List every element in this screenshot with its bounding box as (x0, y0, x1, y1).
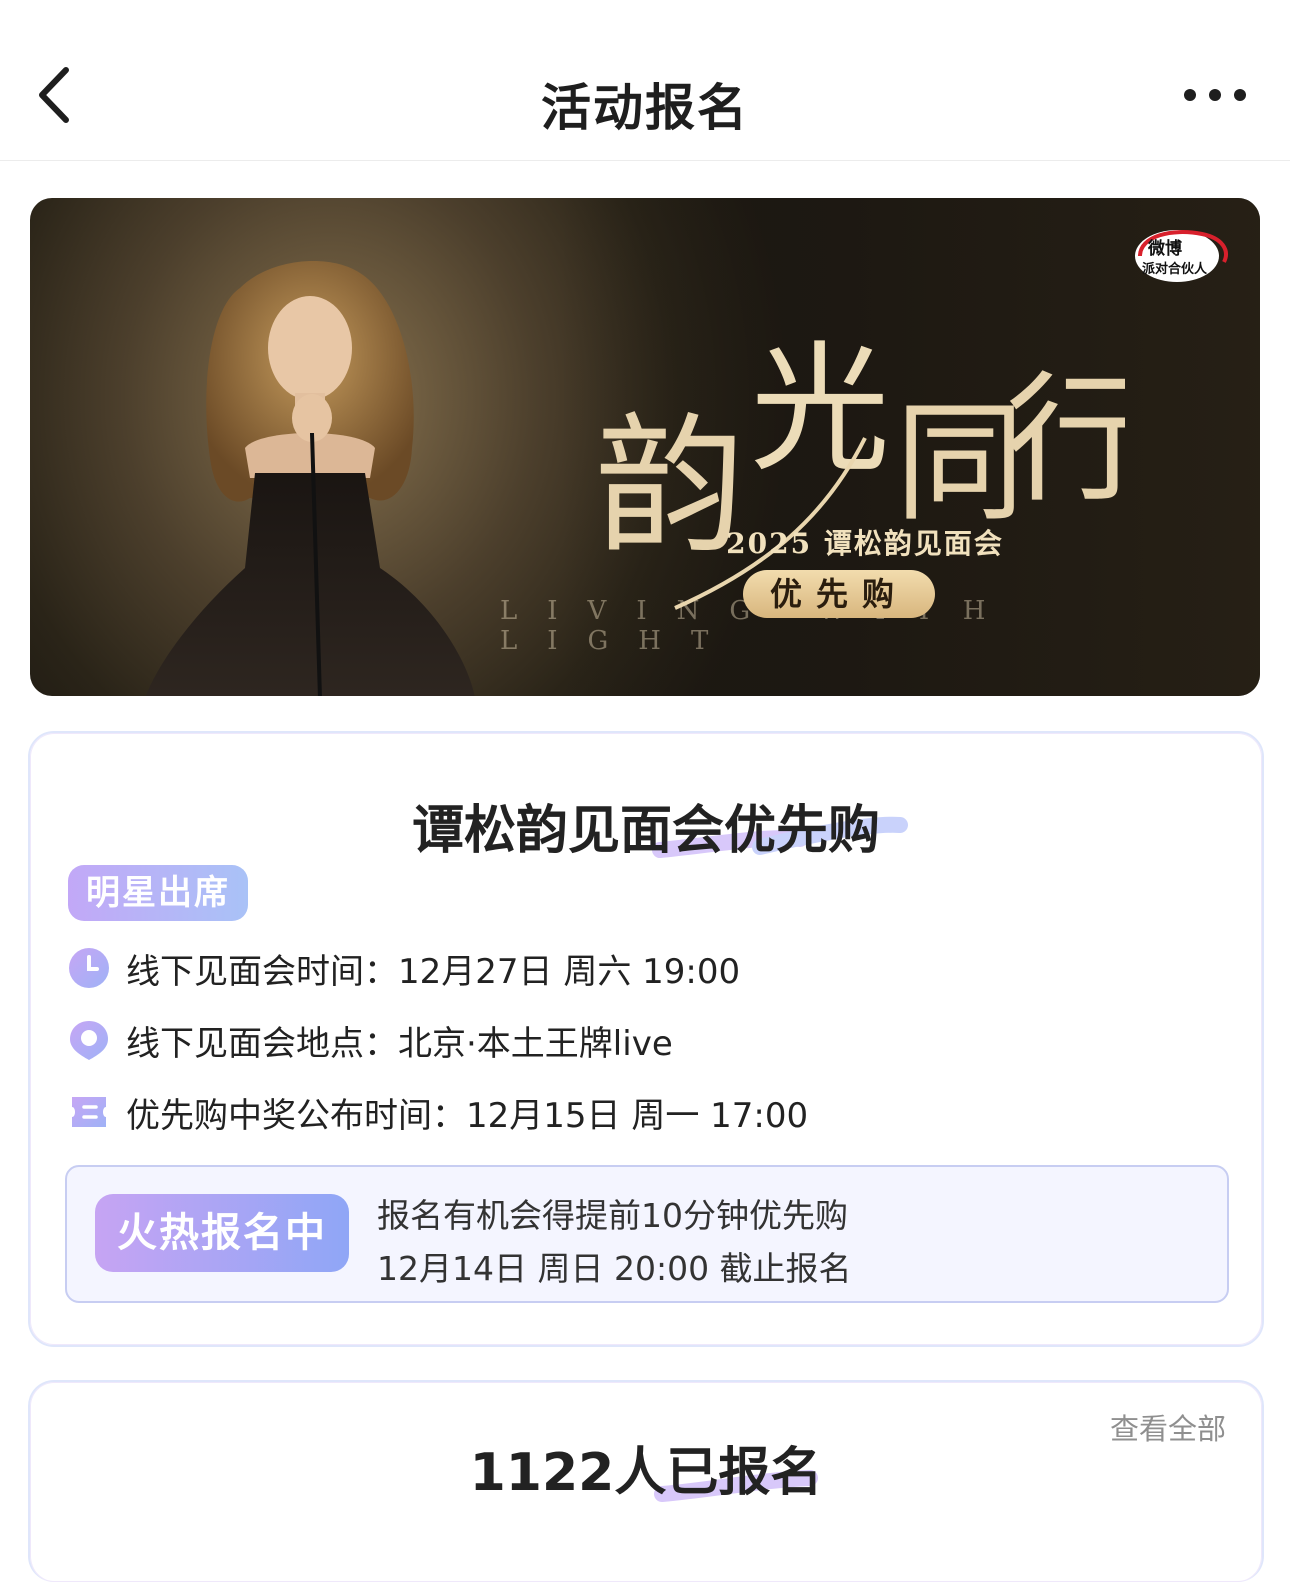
event-time-row: 线下见面会时间：12月27日 周六 19:00 (68, 943, 740, 993)
celebrity-attendance-badge: 明星出席 (68, 865, 248, 921)
weibo-party-logo: 微博 派对合伙人 (1135, 230, 1228, 282)
result-announce-row: 优先购中奖公布时间：12月15日 周一 17:00 (68, 1087, 808, 1137)
event-location-text: 线下见面会地点：北京·本土王牌live (126, 1023, 673, 1064)
more-options-icon[interactable] (1180, 80, 1250, 110)
result-announce-text: 优先购中奖公布时间：12月15日 周一 17:00 (126, 1095, 809, 1136)
event-title: 谭松韵见面会优先购 (411, 801, 880, 861)
banner-title-char-2: 光 (750, 329, 890, 492)
banner-subtitle: 2025 谭松韵见面会 (726, 527, 1004, 560)
signup-benefit-text: 报名有机会得提前10分钟优先购 (377, 1196, 848, 1235)
banner-title-char-4: 行 (1005, 359, 1125, 522)
svg-text:派对合伙人: 派对合伙人 (1142, 261, 1208, 277)
ticket-icon (72, 1097, 106, 1127)
event-info-card: 谭松韵见面会优先购 明星出席 线下见面会时间：12月27日 周六 19:00 线… (28, 731, 1264, 1347)
signup-deadline-text: 12月14日 周日 20:00 截止报名 (377, 1249, 852, 1288)
nav-bar: 活动报名 (0, 0, 1290, 161)
signup-status-button[interactable]: 火热报名中 (95, 1194, 349, 1272)
banner-presale-badge: 优先购 (743, 570, 935, 618)
location-icon (70, 1021, 108, 1060)
page-title: 活动报名 (541, 79, 749, 137)
signup-count-title: 1122人已报名 (469, 1443, 823, 1503)
signup-status-box: 火热报名中 报名有机会得提前10分钟优先购 12月14日 周日 20:00 截止… (65, 1165, 1229, 1303)
event-banner[interactable]: LIVING WITH LIGHT 韵 光 同 行 2025 谭松韵见面会 优先… (30, 198, 1260, 696)
event-time-text: 线下见面会时间：12月27日 周六 19:00 (126, 951, 741, 992)
signup-count-card: 查看全部 1122人已报名 (28, 1380, 1264, 1582)
event-location-row: 线下见面会地点：北京·本土王牌live (68, 1015, 673, 1065)
svg-text:微博: 微博 (1147, 238, 1182, 259)
clock-icon (69, 948, 109, 988)
singer-illustration (145, 261, 475, 696)
